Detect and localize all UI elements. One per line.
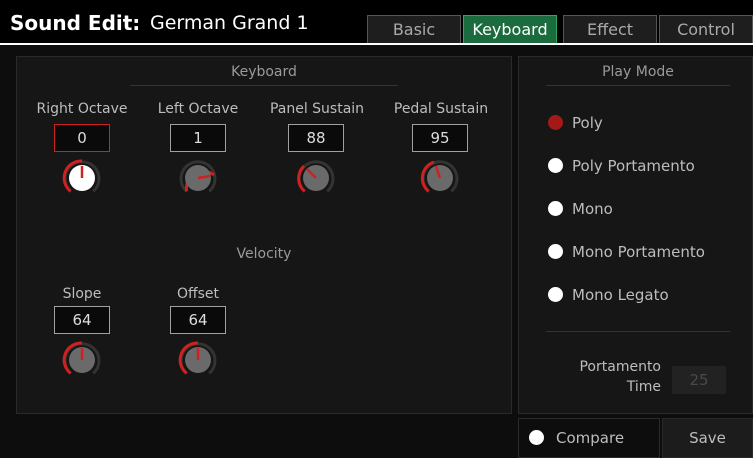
keyboard-section-title: Keyboard (231, 64, 297, 80)
portamento-time-label-line1: Portamento (579, 359, 661, 375)
play-mode-title: Play Mode (602, 64, 674, 80)
section-divider (546, 85, 730, 86)
left-octave-label: Left Octave (157, 101, 239, 117)
radio-icon (548, 201, 563, 216)
radio-icon (548, 244, 563, 259)
panel-sustain-value[interactable]: 88 (288, 124, 344, 152)
tab-basic[interactable]: Basic (367, 15, 461, 44)
option-label: Mono Legato (572, 286, 669, 304)
option-label: Mono Portamento (572, 243, 705, 261)
left-octave-value[interactable]: 1 (170, 124, 226, 152)
compare-button[interactable]: Compare (518, 418, 660, 458)
panel-sustain-knob[interactable] (296, 158, 336, 198)
screen-title: Sound Edit: (10, 11, 141, 35)
section-divider (130, 85, 398, 86)
play-mode-option-mono-legato[interactable]: Mono Legato (548, 286, 669, 308)
section-divider (546, 331, 730, 332)
portamento-time-value: 25 (672, 366, 726, 394)
slope-knob[interactable] (62, 340, 102, 380)
tab-keyboard[interactable]: Keyboard (463, 15, 557, 44)
radio-icon (548, 287, 563, 302)
right-octave-knob[interactable] (62, 158, 102, 198)
play-mode-option-poly[interactable]: Poly (548, 114, 603, 136)
tab-effect[interactable]: Effect (563, 15, 657, 44)
offset-value[interactable]: 64 (170, 306, 226, 334)
play-mode-option-mono-portamento[interactable]: Mono Portamento (548, 243, 705, 265)
left-octave-knob[interactable] (178, 158, 218, 198)
offset-knob[interactable] (178, 340, 218, 380)
play-mode-option-mono[interactable]: Mono (548, 200, 613, 222)
option-label: Poly (572, 114, 603, 132)
compare-indicator-icon (529, 430, 544, 445)
header-divider (0, 43, 753, 45)
voice-name: German Grand 1 (150, 12, 309, 34)
play-mode-option-poly-portamento[interactable]: Poly Portamento (548, 157, 695, 179)
right-octave-label: Right Octave (36, 101, 128, 117)
right-octave-value[interactable]: 0 (54, 124, 110, 152)
save-button[interactable]: Save (662, 418, 753, 458)
panel-sustain-label: Panel Sustain (269, 101, 365, 117)
compare-label: Compare (556, 429, 625, 447)
option-label: Mono (572, 200, 613, 218)
pedal-sustain-label: Pedal Sustain (393, 101, 489, 117)
slope-label: Slope (62, 286, 102, 302)
tab-control[interactable]: Control (659, 15, 753, 44)
pedal-sustain-value[interactable]: 95 (412, 124, 468, 152)
option-label: Poly Portamento (572, 157, 695, 175)
radio-selected-icon (548, 115, 563, 130)
pedal-sustain-knob[interactable] (420, 158, 460, 198)
slope-value[interactable]: 64 (54, 306, 110, 334)
offset-label: Offset (176, 286, 220, 302)
radio-icon (548, 158, 563, 173)
velocity-section-title: Velocity (236, 246, 292, 262)
portamento-time-label-line2: Time (626, 379, 661, 395)
